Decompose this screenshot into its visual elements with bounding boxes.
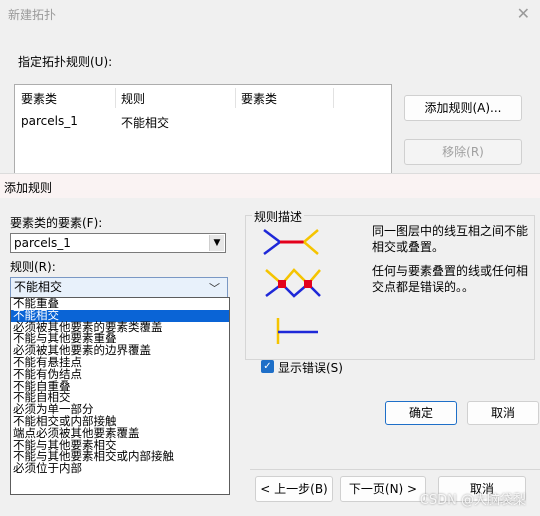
close-icon[interactable]: ✕ <box>517 4 530 23</box>
show-errors-label: 显示错误(S) <box>278 361 343 375</box>
rule-illustration <box>263 229 321 344</box>
rule-dropdown-list[interactable]: 不能重叠 不能相交 必须被其他要素的要素类覆盖 不能与其他要素重叠 必须被其他要… <box>10 297 230 495</box>
column-header-feature-class-2[interactable]: 要素类 <box>241 90 277 108</box>
back-dialog-title: 新建拓扑 <box>8 8 57 22</box>
crossing-lines-icon <box>265 268 321 298</box>
column-header-rule[interactable]: 规则 <box>121 90 145 108</box>
back-dialog-titlebar: 新建拓扑 ✕ <box>0 0 540 28</box>
rules-table[interactable]: 要素类 规则 要素类 parcels_1 不能相交 <box>14 84 392 176</box>
table-cell-rule[interactable]: 不能相交 <box>121 114 169 131</box>
table-cell-feature-class[interactable]: parcels_1 <box>21 114 78 128</box>
rule-description-title: 规则描述 <box>252 208 305 225</box>
rule-label: 规则(R): <box>10 260 56 274</box>
add-rule-button[interactable]: 添加规则(A)... <box>404 95 522 121</box>
column-header-feature-class[interactable]: 要素类 <box>21 90 57 108</box>
rule-description-text: 同一图层中的线互相之间不能相交或叠置。 <box>372 224 529 254</box>
feature-class-select[interactable]: parcels_1 ▼ <box>10 233 226 253</box>
dropdown-arrow-icon[interactable]: ▼ <box>209 235 224 251</box>
next-button[interactable]: 下一页(N) > <box>340 476 426 502</box>
rule-description-errors: 任何与要素叠置的线或任何相交点都是错误的。。 <box>372 264 529 294</box>
column-divider[interactable] <box>235 88 236 108</box>
add-rule-dialog: 添加规则 要素类的要素(F): parcels_1 ▼ 规则(R): 不能相交 … <box>0 173 540 516</box>
column-divider[interactable] <box>333 88 334 108</box>
back-button[interactable]: < 上一步(B) <box>255 476 333 502</box>
column-divider[interactable] <box>115 88 116 108</box>
feature-class-value: parcels_1 <box>14 236 71 250</box>
ok-button[interactable]: 确定 <box>385 401 457 425</box>
rule-select[interactable]: 不能相交 ﹀ <box>10 277 228 299</box>
overlap-lines-icon <box>263 229 319 255</box>
divider <box>250 469 540 470</box>
show-errors-checkbox[interactable]: ✓ <box>261 360 274 373</box>
add-rule-titlebar: 添加规则 <box>0 174 540 198</box>
touching-lines-icon <box>276 318 318 344</box>
remove-rule-button[interactable]: 移除(R) <box>404 139 522 165</box>
feature-class-label: 要素类的要素(F): <box>10 216 103 230</box>
rule-select-value: 不能相交 <box>14 280 63 294</box>
rules-list-label: 指定拓扑规则(U): <box>18 55 113 69</box>
rule-option[interactable]: 必须位于内部 <box>11 462 229 475</box>
chevron-down-icon[interactable]: ﹀ <box>209 279 220 298</box>
add-rule-cancel-button[interactable]: 取消 <box>467 401 539 425</box>
add-rule-title: 添加规则 <box>4 181 53 195</box>
watermark: CSDN @大脑袋梨 <box>419 493 526 508</box>
